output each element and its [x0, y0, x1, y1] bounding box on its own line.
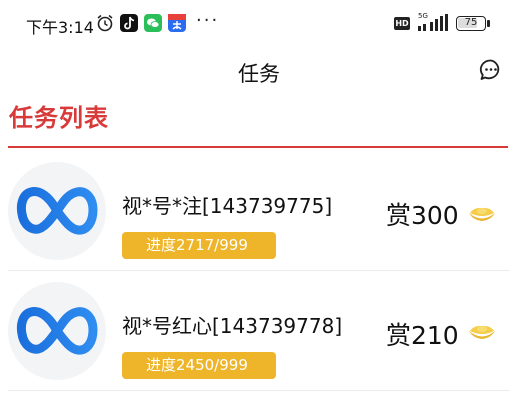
meta-infinity-logo-icon	[16, 187, 98, 235]
more-notifications-icon: ···	[196, 10, 220, 31]
alipay-icon	[168, 14, 186, 32]
page-header: 任务	[0, 48, 518, 94]
task-item[interactable]: 视*号红心[143739778] 进度2450/999 赏210	[0, 272, 518, 392]
chat-bubble-icon[interactable]	[479, 58, 503, 82]
meta-infinity-logo-icon	[16, 307, 98, 355]
task-reward: 赏210	[386, 321, 459, 350]
wechat-icon	[144, 14, 162, 32]
task-divider	[8, 390, 510, 391]
gold-ingot-icon	[469, 325, 495, 339]
section-divider	[8, 146, 508, 148]
gold-ingot-icon	[469, 207, 495, 221]
task-title: 视*号*注[143739775]	[122, 194, 333, 218]
task-title: 视*号红心[143739778]	[122, 314, 343, 338]
status-time: 下午3:14	[26, 18, 94, 37]
battery-cap	[487, 20, 490, 27]
task-progress-badge: 进度2717/999	[122, 232, 276, 259]
task-item[interactable]: 视*号*注[143739775] 进度2717/999 赏300	[0, 152, 518, 272]
tiktok-icon	[120, 14, 138, 32]
task-logo	[8, 162, 106, 260]
task-reward: 赏300	[386, 201, 459, 230]
task-progress-badge: 进度2450/999	[122, 352, 276, 379]
hd-badge: HD	[394, 17, 410, 30]
battery-level: 75	[464, 17, 478, 28]
task-logo	[8, 282, 106, 380]
page-title: 任务	[238, 62, 280, 86]
status-bar: 下午3:14 ··· HD 5G 75	[0, 0, 518, 48]
task-divider	[8, 270, 510, 271]
signal-icon	[418, 14, 448, 31]
alarm-icon	[97, 14, 113, 32]
section-title: 任务列表	[9, 104, 109, 132]
battery-icon: 75	[456, 16, 486, 31]
